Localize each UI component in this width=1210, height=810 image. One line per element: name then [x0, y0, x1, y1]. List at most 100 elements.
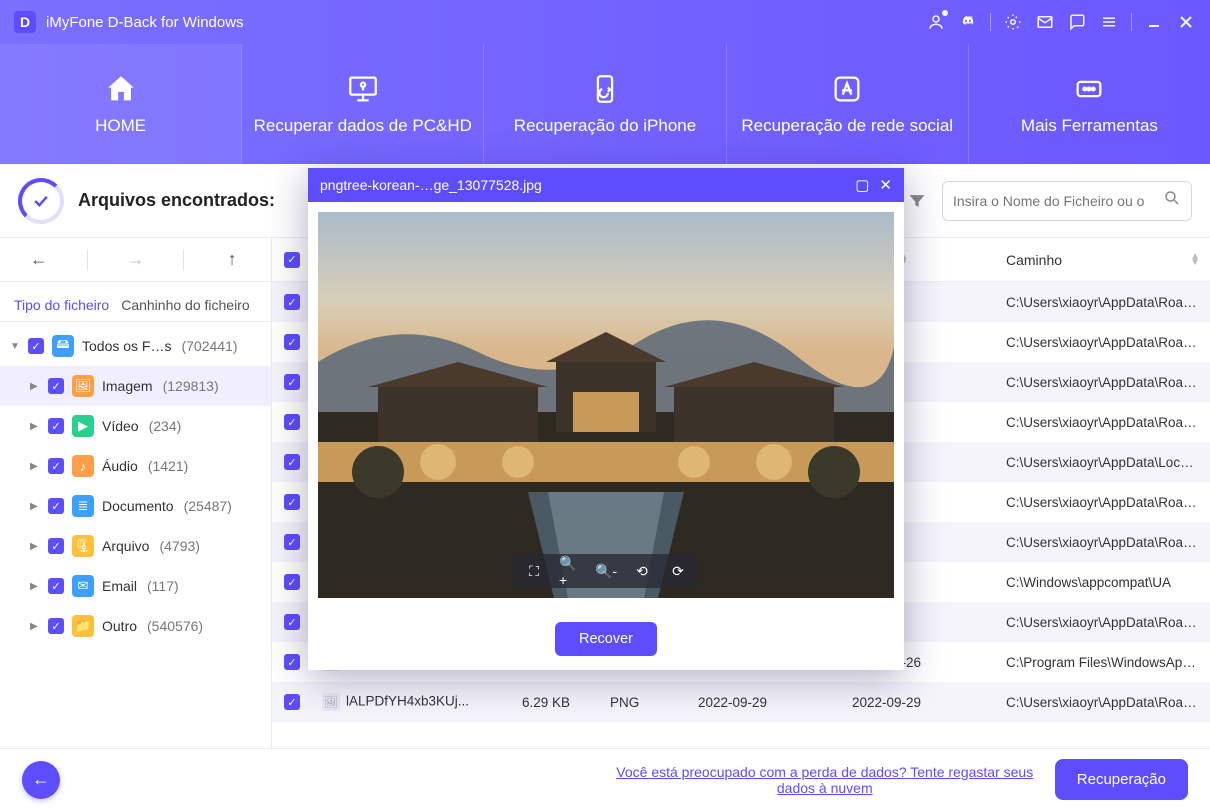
rotate-left-icon[interactable]: ⟲ — [631, 560, 653, 582]
search-input[interactable] — [953, 193, 1155, 209]
tree-item-arquivo[interactable]: ▶✓🗜Arquivo(4793) — [0, 526, 271, 566]
nav-forward-icon[interactable]: → — [105, 249, 165, 270]
search-icon[interactable] — [1163, 189, 1181, 212]
select-all-checkbox[interactable]: ✓ — [284, 252, 300, 268]
checkbox[interactable]: ✓ — [48, 458, 64, 474]
row-checkbox[interactable]: ✓ — [284, 294, 300, 310]
cell-modified: 2022-09-29 — [842, 695, 996, 710]
nav-back-icon[interactable]: ← — [9, 249, 69, 270]
category-icon: ♪ — [72, 455, 94, 477]
row-checkbox[interactable]: ✓ — [284, 534, 300, 550]
tree-item-email[interactable]: ▶✓✉Email(117) — [0, 566, 271, 606]
preview-image: ⛶ 🔍+ 🔍- ⟲ ⟳ — [318, 212, 894, 598]
account-icon[interactable] — [926, 12, 946, 32]
home-icon — [104, 72, 138, 106]
tab-home-label: HOME — [95, 116, 146, 136]
menu-icon[interactable] — [1099, 12, 1119, 32]
tree-item-áudio[interactable]: ▶✓♪Áudio(1421) — [0, 446, 271, 486]
preview-titlebar[interactable]: pngtree-korean-…ge_13077528.jpg ▢ ✕ — [308, 168, 904, 202]
nav-up-icon[interactable]: ↑ — [202, 249, 262, 270]
fullscreen-icon[interactable]: ⛶ — [523, 560, 545, 582]
row-checkbox[interactable]: ✓ — [284, 574, 300, 590]
main-tab-bar: HOME Recuperar dados de PC&HD Recuperaçã… — [0, 44, 1210, 164]
checkbox[interactable]: ✓ — [28, 338, 44, 354]
close-icon[interactable] — [1176, 12, 1196, 32]
mail-icon[interactable] — [1035, 12, 1055, 32]
sidebar: ← → ↑ Tipo do ficheiro Canhinho do fiche… — [0, 238, 272, 748]
tree-item-label: Imagem — [102, 378, 153, 394]
tree-item-label: Outro — [102, 618, 137, 634]
tree-item-count: (129813) — [163, 378, 219, 394]
tree-item-count: (4793) — [159, 538, 199, 554]
chevron-right-icon: ▶ — [30, 621, 42, 632]
tree-item-imagem[interactable]: ▶✓🖼Imagem(129813) — [0, 366, 271, 406]
app-store-icon — [830, 72, 864, 106]
category-icon: ✉ — [72, 575, 94, 597]
cell-path: C:\Users\xiaoyr\AppData\Roamin... — [996, 535, 1210, 550]
tab-recover-pc-label: Recuperar dados de PC&HD — [254, 116, 472, 136]
preview-recover-button[interactable]: Recover — [555, 622, 657, 656]
checkbox[interactable]: ✓ — [48, 578, 64, 594]
recover-button[interactable]: Recuperação — [1055, 759, 1188, 800]
cell-path: C:\Windows\appcompat\UA — [996, 575, 1210, 590]
app-logo-icon: D — [14, 11, 36, 33]
row-checkbox[interactable]: ✓ — [284, 334, 300, 350]
sort-icon[interactable]: ▲▼ — [1190, 254, 1200, 266]
checkbox[interactable]: ✓ — [48, 418, 64, 434]
checkbox[interactable]: ✓ — [48, 378, 64, 394]
cell-path: C:\Users\xiaoyr\AppData\Local\T... — [996, 455, 1210, 470]
checkbox[interactable]: ✓ — [48, 618, 64, 634]
tree-item-documento[interactable]: ▶✓≣Documento(25487) — [0, 486, 271, 526]
checkbox[interactable]: ✓ — [48, 498, 64, 514]
row-checkbox[interactable]: ✓ — [284, 654, 300, 670]
discord-icon[interactable] — [958, 12, 978, 32]
tab-file-type[interactable]: Tipo do ficheiro — [14, 297, 109, 321]
footer-back-button[interactable]: ← — [22, 761, 60, 799]
preview-close-icon[interactable]: ✕ — [879, 176, 892, 194]
tab-recover-iphone[interactable]: Recuperação do iPhone — [483, 44, 725, 164]
tree-item-vídeo[interactable]: ▶✓▶Vídeo(234) — [0, 406, 271, 446]
tree-item-outro[interactable]: ▶✓📁Outro(540576) — [0, 606, 271, 646]
checkbox[interactable]: ✓ — [48, 538, 64, 554]
tab-recover-pc[interactable]: Recuperar dados de PC&HD — [241, 44, 483, 164]
scan-progress-icon — [18, 178, 64, 224]
row-checkbox[interactable]: ✓ — [284, 414, 300, 430]
tab-recover-social-label: Recuperação de rede social — [741, 116, 953, 136]
nav-history-row: ← → ↑ — [0, 238, 271, 282]
search-box[interactable] — [942, 181, 1192, 221]
minimize-icon[interactable] — [1144, 12, 1164, 32]
tab-file-path[interactable]: Canhinho do ficheiro — [121, 297, 249, 321]
th-path[interactable]: Caminho▲▼ — [996, 252, 1210, 268]
feedback-icon[interactable] — [1067, 12, 1087, 32]
sidebar-view-tabs: Tipo do ficheiro Canhinho do ficheiro — [0, 282, 271, 322]
row-checkbox[interactable]: ✓ — [284, 454, 300, 470]
tab-home[interactable]: HOME — [0, 44, 241, 164]
chevron-right-icon: ▶ — [30, 501, 42, 512]
tree-root-all[interactable]: ▼ ✓ 🖴 Todos os F…s (702441) — [0, 326, 271, 366]
tree-item-count: (117) — [147, 578, 179, 594]
tree-item-label: Documento — [102, 498, 174, 514]
tree-root-label: Todos os F…s — [82, 338, 171, 354]
tab-more-tools-label: Mais Ferramentas — [1021, 116, 1158, 136]
row-checkbox[interactable]: ✓ — [284, 374, 300, 390]
filter-icon[interactable] — [906, 190, 928, 212]
cloud-backup-link[interactable]: Você está preocupado com a perda de dado… — [615, 764, 1035, 796]
preview-maximize-icon[interactable]: ▢ — [855, 176, 869, 194]
category-icon: ≣ — [72, 495, 94, 517]
tab-more-tools[interactable]: Mais Ferramentas — [968, 44, 1210, 164]
zoom-out-icon[interactable]: 🔍- — [595, 560, 617, 582]
category-icon: ▶ — [72, 415, 94, 437]
cell-size: 6.29 KB — [512, 695, 600, 710]
zoom-in-icon[interactable]: 🔍+ — [559, 560, 581, 582]
category-icon: 📁 — [72, 615, 94, 637]
cell-path: C:\Users\xiaoyr\AppData\Roamin... — [996, 495, 1210, 510]
settings-icon[interactable] — [1003, 12, 1023, 32]
table-row[interactable]: ✓🖼lALPDfYH4xb3KUj...6.29 KBPNG2022-09-29… — [272, 682, 1210, 722]
row-checkbox[interactable]: ✓ — [284, 494, 300, 510]
tab-recover-social[interactable]: Recuperação de rede social — [726, 44, 968, 164]
category-icon: 🗜 — [72, 535, 94, 557]
row-checkbox[interactable]: ✓ — [284, 694, 300, 710]
row-checkbox[interactable]: ✓ — [284, 614, 300, 630]
rotate-right-icon[interactable]: ⟳ — [667, 560, 689, 582]
chevron-right-icon: ▶ — [30, 461, 42, 472]
